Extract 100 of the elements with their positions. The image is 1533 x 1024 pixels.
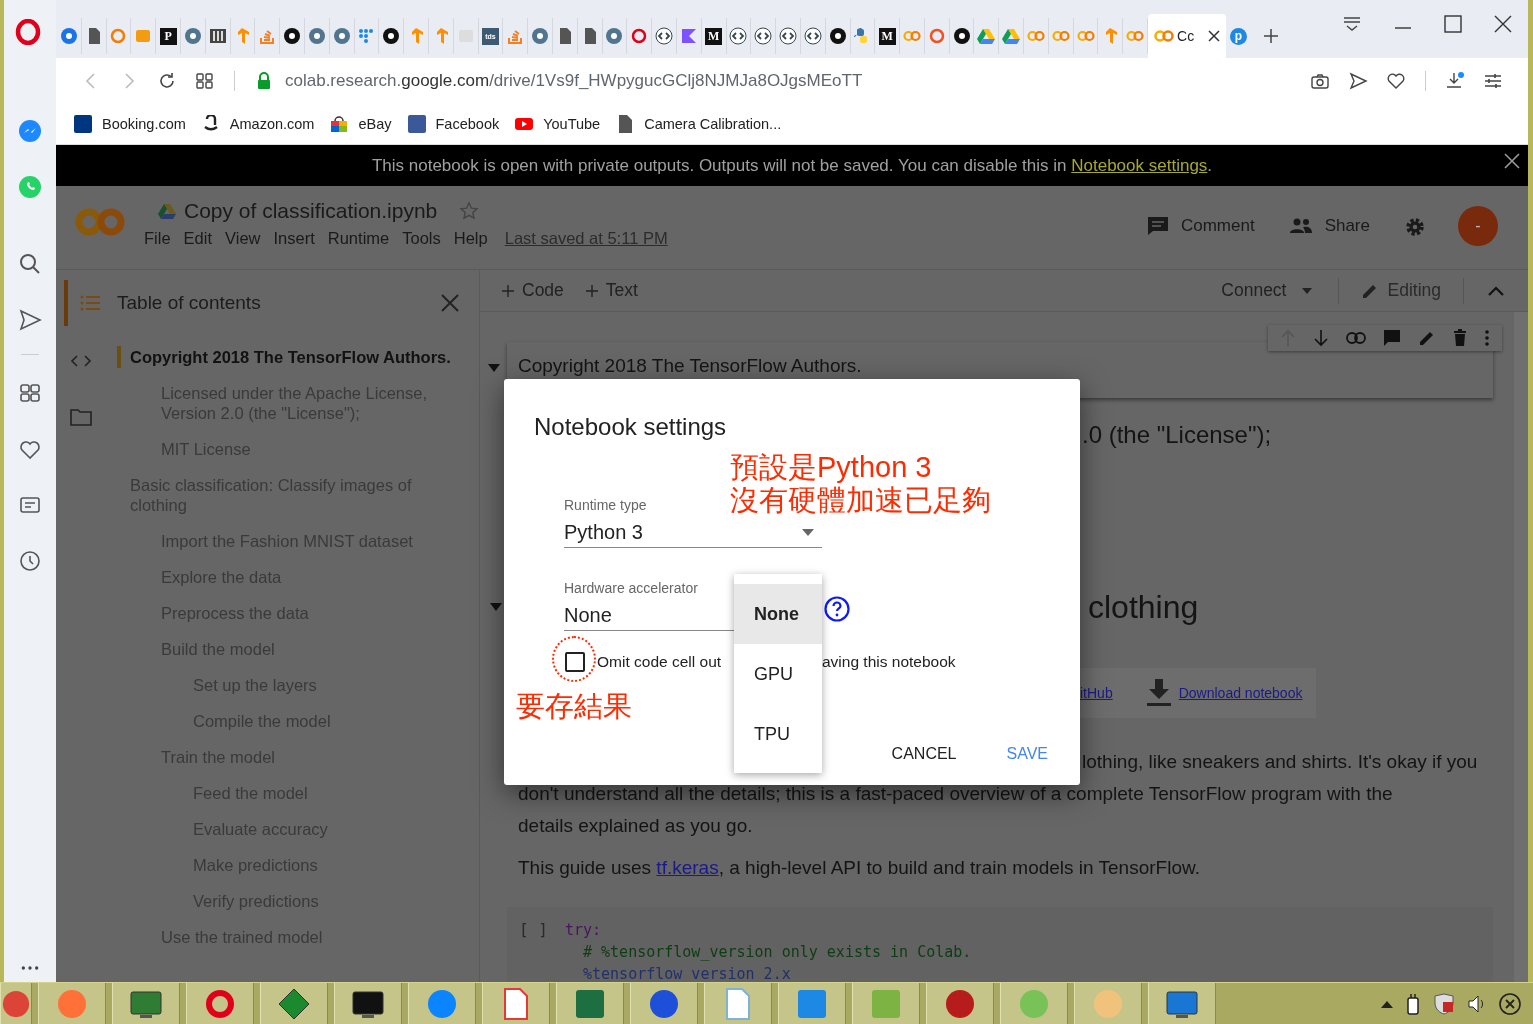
tab-menu-icon[interactable] (1342, 16, 1362, 32)
grid-icon[interactable] (18, 381, 42, 405)
taskbar-app[interactable] (112, 983, 180, 1024)
shield-icon[interactable] (1433, 992, 1455, 1015)
camera-icon[interactable] (1310, 71, 1330, 91)
run-prompt[interactable]: [ ] (519, 919, 565, 982)
share-button[interactable]: Share (1288, 216, 1370, 236)
heart-icon[interactable] (1386, 71, 1406, 91)
grid-icon[interactable] (195, 71, 215, 91)
menu-item[interactable]: View (225, 229, 261, 248)
close-icon[interactable] (1499, 992, 1521, 1015)
star-icon[interactable] (459, 201, 480, 221)
circle-icon (307, 27, 326, 45)
menu-item[interactable]: Help (453, 229, 488, 248)
menu-item[interactable]: Insert (273, 229, 315, 248)
app-icon (204, 987, 236, 1020)
close-icon[interactable] (1494, 15, 1512, 33)
browser-tab[interactable] (776, 18, 801, 54)
checkbox[interactable] (565, 652, 585, 672)
text-cell[interactable]: Copyright 2018 The TensorFlow Authors. (507, 342, 1493, 398)
chevron-up-icon[interactable] (1488, 285, 1504, 296)
menu-item[interactable]: Runtime (327, 229, 390, 248)
folder-icon[interactable] (70, 408, 92, 426)
editing-button[interactable]: Editing (1361, 280, 1441, 301)
bookmark[interactable]: YouTube (515, 115, 601, 133)
url-field[interactable]: colab.research.google.com/drive/1Vs9f_HWpygucGClj8NJMJa8OJgsMEoTT (285, 71, 863, 91)
comment-icon[interactable] (1383, 329, 1401, 347)
more-icon[interactable] (20, 964, 40, 972)
menu-item[interactable]: Tools (402, 229, 441, 248)
caret-icon (802, 528, 814, 536)
bookmark[interactable]: Facebook (407, 115, 500, 133)
bookmark[interactable]: Camera Calibration... (616, 115, 782, 133)
add-cell-button[interactable]: Text (585, 280, 638, 301)
avatar[interactable]: - (1458, 206, 1498, 246)
save-button[interactable]: SAVE (992, 736, 1062, 772)
link-icon[interactable] (1346, 332, 1366, 344)
tf-keras-link[interactable]: tf.keras (656, 857, 719, 878)
browser-logo-icon[interactable] (15, 19, 41, 45)
browser-tab[interactable]: P (156, 18, 181, 54)
trash-icon[interactable] (1453, 329, 1467, 347)
browser-tab[interactable]: Cc (1148, 14, 1227, 58)
bookmark[interactable]: eBay (330, 115, 392, 133)
menu-option[interactable]: GPU (734, 644, 822, 704)
notebook-title[interactable]: Copy of classification.ipynb (184, 199, 438, 223)
toc-item[interactable]: Copyright 2018 The TensorFlow Authors. (106, 339, 465, 375)
menu-item[interactable]: Edit (183, 229, 213, 248)
send-icon[interactable] (18, 308, 42, 332)
comment-button[interactable]: Comment (1146, 216, 1255, 236)
browser-tab[interactable]: M (875, 18, 901, 54)
menu-item[interactable]: File (144, 229, 171, 248)
tray-arrow-icon[interactable] (1381, 999, 1393, 1008)
messenger-icon[interactable] (18, 119, 42, 143)
menu-option[interactable]: TPU (734, 704, 822, 764)
heading-fragment: clothing (1088, 589, 1199, 625)
add-tab-icon[interactable] (1262, 28, 1279, 44)
checkbox-label: aving this notebook (822, 653, 956, 671)
collapse-icon[interactable] (490, 603, 502, 611)
pencil-icon[interactable] (1418, 329, 1436, 347)
help-icon[interactable] (824, 596, 850, 622)
connect-button[interactable]: Connect (1221, 280, 1287, 301)
runtime-select[interactable]: Python 3 (564, 519, 822, 548)
stack-icon (506, 27, 525, 45)
browser-tab[interactable] (726, 18, 752, 54)
settings-icon[interactable] (1483, 71, 1503, 91)
close-icon[interactable] (1504, 153, 1520, 169)
paragraph-line: don't understand all the details; this is a fast-paced overview of a complete TensorFlow program with the (518, 782, 1394, 806)
code-icon (729, 27, 748, 45)
lock-icon (257, 72, 271, 90)
app-icon (1092, 987, 1124, 1020)
plug-icon[interactable] (1405, 992, 1421, 1015)
notebook-settings-link[interactable]: Notebook settings (1071, 155, 1208, 175)
search-icon[interactable] (18, 252, 42, 276)
bookmark[interactable]: Booking.com (74, 115, 186, 133)
download-link[interactable]: Download notebook (1178, 685, 1303, 701)
menu-option[interactable]: None (734, 584, 822, 644)
last-saved-link[interactable]: Last saved at 5:11 PM (504, 229, 668, 248)
browser-tab[interactable]: M (701, 18, 727, 54)
dots-icon (357, 27, 376, 45)
clock-icon[interactable] (18, 549, 42, 573)
taskbar-app[interactable] (334, 983, 402, 1024)
code-line: # %tensorflow_version only exists in Colab. (582, 942, 972, 963)
arrow-down-icon[interactable] (1313, 329, 1329, 347)
browser-tab[interactable]: p (1226, 18, 1251, 54)
caret-icon[interactable] (1302, 287, 1313, 294)
collapse-icon[interactable] (488, 364, 500, 372)
maximize-icon[interactable] (1444, 15, 1462, 33)
circle-icon (382, 27, 401, 45)
send-icon[interactable] (1348, 71, 1368, 91)
bookmark[interactable]: Amazon.com (201, 115, 315, 133)
add-cell-button[interactable]: Code (502, 280, 564, 301)
code-icon[interactable] (70, 354, 92, 368)
close-icon[interactable] (1208, 30, 1221, 42)
reload-icon[interactable] (157, 71, 177, 91)
browser-tab[interactable] (652, 18, 677, 54)
github-link[interactable]: itHub (1080, 685, 1113, 701)
cancel-button[interactable]: CANCEL (877, 736, 971, 772)
download-icon[interactable] (1445, 71, 1465, 91)
taskbar-app[interactable] (260, 983, 328, 1024)
code-cell[interactable]: [ ] try: # %tensorflow_version only exists in Colab. %tensorflow_version 2.x (507, 907, 1493, 982)
browser-tab[interactable] (751, 18, 777, 54)
